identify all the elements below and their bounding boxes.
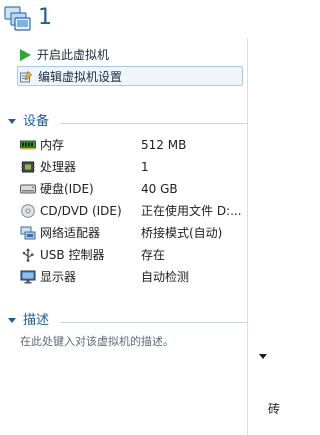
vm-title: 1: [38, 5, 52, 30]
device-value: 正在使用文件 D:...: [141, 204, 242, 218]
hard-disk-icon: [20, 184, 36, 194]
edit-vm-settings-link[interactable]: 编辑虚拟机设置: [17, 66, 243, 86]
power-on-vm-label: 开启此虚拟机: [37, 48, 110, 62]
device-row-display[interactable]: 显示器 自动检测: [18, 266, 246, 288]
device-name: 处理器: [40, 160, 77, 174]
collapse-triangle-icon: [8, 118, 16, 124]
panel-divider: [247, 38, 248, 435]
device-value: 存在: [141, 248, 166, 262]
power-on-vm-link[interactable]: 开启此虚拟机: [17, 45, 243, 65]
collapse-triangle-icon: [8, 317, 16, 323]
virtual-machine-icon: [4, 6, 31, 31]
device-name: 硬盘(IDE): [40, 182, 94, 196]
vm-header: 1: [0, 0, 276, 38]
edit-vm-settings-label: 编辑虚拟机设置: [38, 70, 123, 84]
edit-settings-icon: [20, 71, 32, 83]
device-value: 1: [141, 160, 149, 174]
device-row-cd-dvd[interactable]: CD/DVD (IDE) 正在使用文件 D:...: [18, 200, 246, 222]
cd-dvd-icon: [21, 204, 35, 218]
device-row-network-adapter[interactable]: 网络适配器 桥接模式(自动): [18, 222, 246, 244]
device-row-hard-disk[interactable]: 硬盘(IDE) 40 GB: [18, 178, 246, 200]
display-icon: [20, 270, 36, 284]
description-section-title: 描述: [23, 313, 50, 328]
network-adapter-icon: [20, 226, 36, 240]
device-name: 网络适配器: [40, 226, 101, 240]
device-value: 40 GB: [141, 182, 178, 196]
section-divider: [60, 123, 247, 124]
device-value: 自动检测: [141, 270, 190, 284]
device-name: 显示器: [40, 270, 77, 284]
device-name: 内存: [40, 138, 65, 152]
right-panel-partial-text: 砖: [268, 402, 281, 416]
devices-section-title: 设备: [23, 114, 50, 129]
processor-icon: [21, 161, 35, 173]
description-placeholder[interactable]: 在此处键入对该虚拟机的描述。: [20, 333, 174, 349]
memory-icon: [20, 140, 36, 150]
devices-section-header[interactable]: 设备: [8, 113, 49, 132]
device-value: 桥接模式(自动): [141, 226, 223, 240]
device-name: CD/DVD (IDE): [40, 204, 122, 218]
device-row-memory[interactable]: 内存 512 MB: [18, 134, 246, 156]
device-list: 内存 512 MB 处理器 1 硬盘(IDE) 40 GB CD/DVD (ID…: [18, 134, 246, 288]
usb-icon: [22, 248, 34, 262]
device-name: USB 控制器: [40, 248, 105, 262]
play-icon: [20, 49, 31, 61]
vm-actions: 开启此虚拟机 编辑虚拟机设置: [17, 45, 243, 86]
device-row-usb-controller[interactable]: USB 控制器 存在: [18, 244, 246, 266]
description-section-header[interactable]: 描述: [8, 312, 49, 331]
section-divider: [60, 322, 247, 323]
device-row-processor[interactable]: 处理器 1: [18, 156, 246, 178]
device-value: 512 MB: [141, 138, 187, 152]
right-panel-collapse-triangle-icon[interactable]: [259, 354, 267, 359]
